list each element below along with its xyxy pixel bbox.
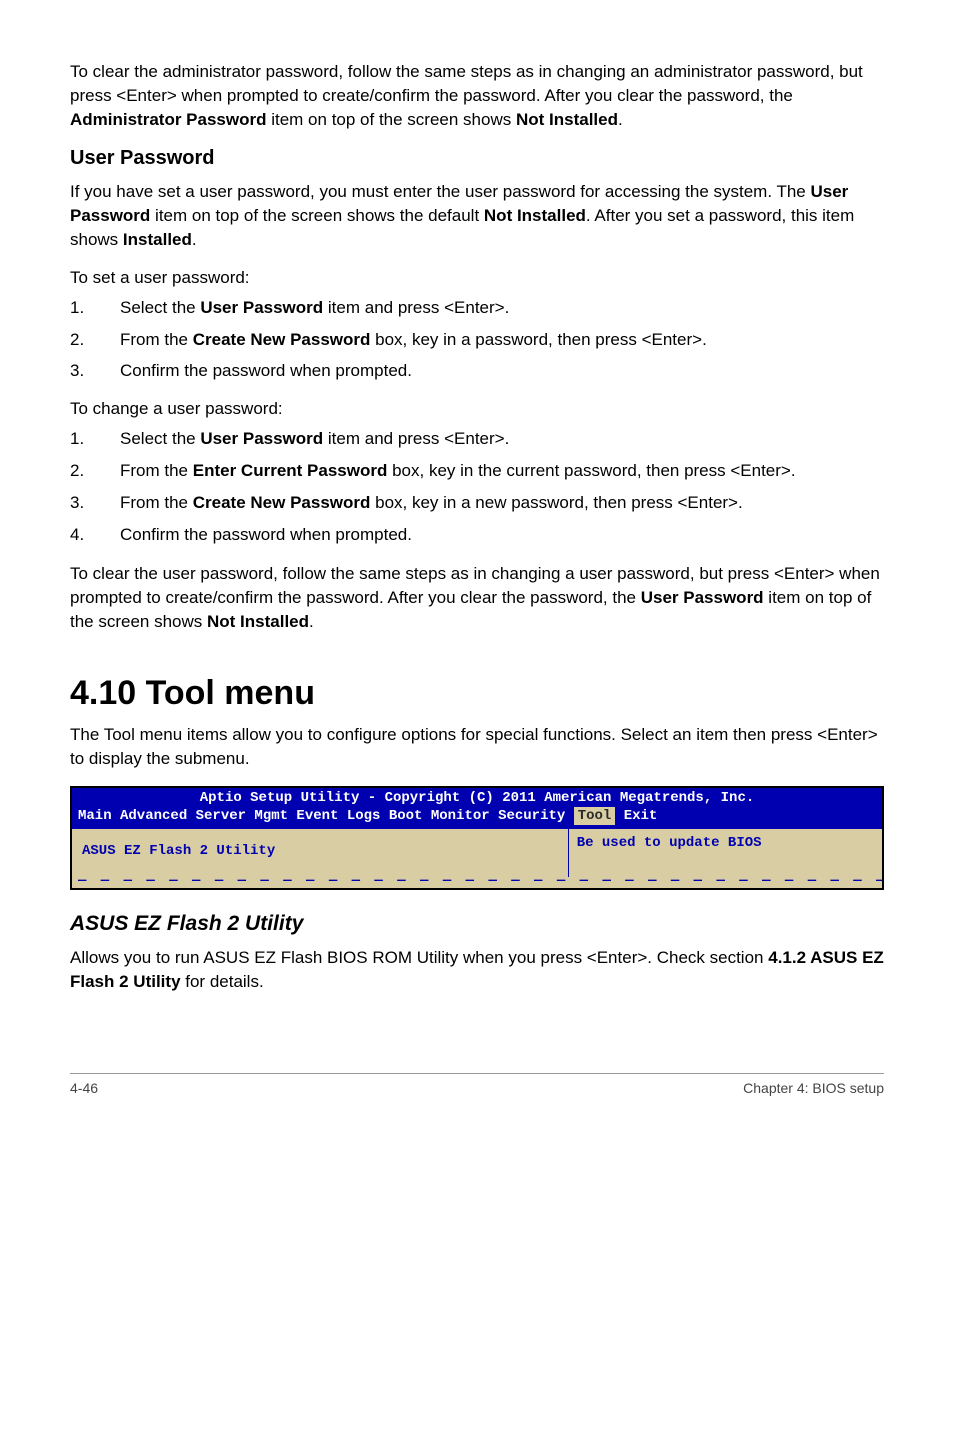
step-number: 2. [70, 459, 84, 483]
text: . [618, 110, 623, 129]
text: . [309, 612, 314, 631]
text-bold: Create New Password [193, 330, 371, 349]
change-user-password-title: To change a user password: [70, 399, 884, 419]
bios-screenshot: Aptio Setup Utility - Copyright (C) 2011… [70, 786, 884, 889]
step-number: 2. [70, 328, 84, 352]
tool-menu-heading: 4.10 Tool menu [70, 674, 884, 713]
list-item: 3. From the Create New Password box, key … [70, 491, 884, 515]
text: Confirm the password when prompted. [120, 525, 412, 544]
bios-left-pane: ASUS EZ Flash 2 Utility [72, 829, 569, 877]
bios-menu-active-tool: Tool [574, 807, 616, 825]
text-bold: Not Installed [484, 206, 586, 225]
bios-menu-items: Main Advanced Server Mgmt Event Logs Boo… [78, 808, 574, 824]
list-item: 2. From the Create New Password box, key … [70, 328, 884, 352]
text-bold: Create New Password [193, 493, 371, 512]
text: box, key in a new password, then press <… [370, 493, 742, 512]
text: Allows you to run ASUS EZ Flash BIOS ROM… [70, 948, 768, 967]
page-footer: 4-46 Chapter 4: BIOS setup [70, 1073, 884, 1096]
step-number: 1. [70, 296, 84, 320]
text: item on top of the screen shows [267, 110, 516, 129]
text: box, key in a password, then press <Ente… [370, 330, 706, 349]
user-password-heading: User Password [70, 147, 884, 170]
step-number: 1. [70, 427, 84, 451]
text: item on top of the screen shows the defa… [150, 206, 484, 225]
list-item: 2. From the Enter Current Password box, k… [70, 459, 884, 483]
tool-menu-intro: The Tool menu items allow you to configu… [70, 723, 884, 771]
text-bold: Administrator Password [70, 110, 267, 129]
bios-header: Aptio Setup Utility - Copyright (C) 2011… [72, 788, 882, 829]
bios-body: ASUS EZ Flash 2 Utility Be used to updat… [72, 829, 882, 877]
text: From the [120, 461, 193, 480]
list-item: 1. Select the User Password item and pres… [70, 427, 884, 451]
text-bold: User Password [641, 588, 764, 607]
chapter-label: Chapter 4: BIOS setup [743, 1080, 884, 1096]
text-bold: User Password [200, 298, 323, 317]
text: If you have set a user password, you mus… [70, 182, 811, 201]
list-item: 3. Confirm the password when prompted. [70, 359, 884, 383]
text: From the [120, 330, 193, 349]
text: Confirm the password when prompted. [120, 361, 412, 380]
page-number: 4-46 [70, 1080, 98, 1096]
step-number: 4. [70, 523, 84, 547]
clear-admin-password-paragraph: To clear the administrator password, fol… [70, 60, 884, 131]
bios-title: Aptio Setup Utility - Copyright (C) 2011… [78, 790, 876, 808]
bios-menu-row: Main Advanced Server Mgmt Event Logs Boo… [78, 808, 876, 826]
user-password-intro: If you have set a user password, you mus… [70, 180, 884, 251]
text: . [192, 230, 197, 249]
text: To clear the administrator password, fol… [70, 62, 863, 105]
change-user-password-steps: 1. Select the User Password item and pres… [70, 427, 884, 546]
text: box, key in the current password, then p… [387, 461, 795, 480]
clear-user-password-paragraph: To clear the user password, follow the s… [70, 562, 884, 633]
text: for details. [181, 972, 264, 991]
bios-right-pane: Be used to update BIOS [569, 829, 882, 877]
text: Select the [120, 429, 200, 448]
text-bold: Installed [123, 230, 192, 249]
step-number: 3. [70, 491, 84, 515]
step-number: 3. [70, 359, 84, 383]
bios-dashes: — — — — — — — — — — — — — — — — — — — — … [72, 877, 882, 887]
bios-item-ez-flash: ASUS EZ Flash 2 Utility [82, 843, 275, 859]
text-bold: Enter Current Password [193, 461, 388, 480]
ez-flash-heading: ASUS EZ Flash 2 Utility [70, 912, 884, 936]
text-bold: Not Installed [207, 612, 309, 631]
text-bold: Not Installed [516, 110, 618, 129]
text: From the [120, 493, 193, 512]
text: item and press <Enter>. [323, 298, 509, 317]
set-user-password-steps: 1. Select the User Password item and pres… [70, 296, 884, 383]
text: Select the [120, 298, 200, 317]
list-item: 1. Select the User Password item and pres… [70, 296, 884, 320]
list-item: 4. Confirm the password when prompted. [70, 523, 884, 547]
ez-flash-paragraph: Allows you to run ASUS EZ Flash BIOS ROM… [70, 946, 884, 994]
text: item and press <Enter>. [323, 429, 509, 448]
bios-menu-items: Exit [615, 808, 657, 824]
bios-help-text: Be used to update BIOS [577, 835, 762, 851]
set-user-password-title: To set a user password: [70, 268, 884, 288]
text-bold: User Password [200, 429, 323, 448]
